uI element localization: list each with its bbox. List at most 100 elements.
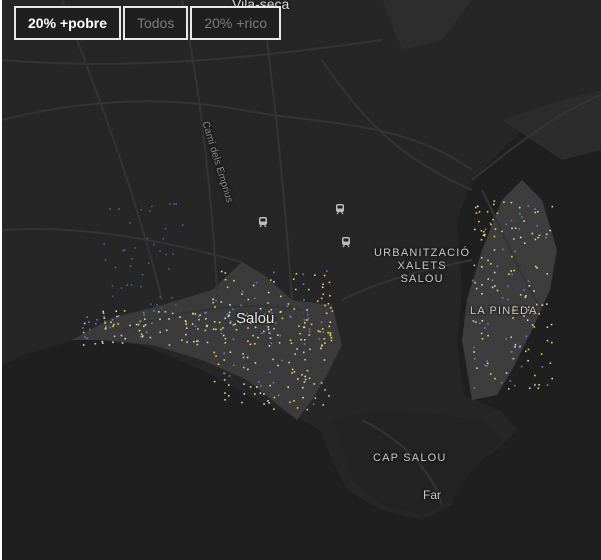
household-dot: [246, 356, 249, 359]
household-dot: [308, 288, 310, 291]
household-dot: [546, 339, 549, 342]
household-dot: [153, 310, 155, 312]
household-dot: [306, 319, 308, 321]
household-dot: [523, 220, 525, 222]
household-dot: [222, 334, 225, 337]
household-dot: [198, 318, 200, 321]
household-dot: [175, 203, 177, 205]
household-dot: [475, 287, 478, 290]
train-station-icon[interactable]: [340, 236, 352, 248]
household-dot: [104, 325, 107, 328]
household-dot: [297, 378, 299, 380]
household-dot: [149, 336, 152, 339]
household-dot: [213, 380, 216, 383]
household-dot: [151, 205, 153, 208]
household-dot: [303, 381, 306, 383]
household-dot: [331, 310, 334, 313]
household-dot: [256, 386, 258, 388]
household-dot: [487, 323, 489, 325]
household-dot: [293, 308, 296, 310]
household-dot: [191, 323, 194, 325]
household-dot: [293, 371, 296, 373]
household-dot: [473, 351, 475, 353]
household-dot: [240, 304, 242, 307]
household-dot: [213, 351, 215, 354]
household-dot: [512, 357, 515, 360]
household-dot: [254, 297, 256, 299]
household-dot: [232, 308, 234, 311]
household-dot: [247, 298, 250, 301]
household-dot: [551, 377, 553, 380]
train-station-icon[interactable]: [334, 203, 346, 215]
household-dot: [328, 281, 331, 284]
household-dot: [131, 257, 133, 260]
household-dot: [268, 331, 270, 334]
map-base-layer: [2, 0, 601, 520]
household-dot: [521, 216, 523, 218]
household-dot: [513, 384, 516, 387]
place-label-salou: Salou: [236, 310, 275, 327]
household-dot: [510, 270, 512, 272]
household-dot: [474, 281, 476, 284]
household-dot: [228, 384, 230, 386]
household-dot: [112, 325, 114, 328]
household-dot: [273, 396, 276, 399]
household-dot: [525, 350, 527, 353]
household-dot: [224, 399, 226, 401]
household-dot: [168, 318, 170, 320]
household-dot: [322, 293, 325, 296]
household-dot: [89, 328, 91, 331]
household-dot: [185, 327, 188, 329]
household-dot: [514, 250, 516, 253]
household-dot: [142, 335, 144, 337]
household-dot: [312, 403, 315, 406]
household-dot: [273, 327, 275, 330]
household-dot: [242, 290, 244, 293]
filter-button-all[interactable]: Todos: [122, 6, 189, 40]
household-dot: [484, 327, 486, 329]
filter-button-poorest[interactable]: 20% +pobre: [14, 6, 121, 40]
household-dot: [307, 313, 309, 316]
household-dot: [206, 325, 208, 328]
household-dot: [296, 407, 299, 409]
household-dot: [110, 321, 112, 324]
household-dot: [324, 304, 326, 307]
household-dot: [159, 296, 161, 298]
household-dot: [268, 345, 271, 347]
train-station-icon[interactable]: [257, 216, 269, 228]
map-canvas[interactable]: Vila-seca Camí dels Emprius Salou URBANI…: [2, 0, 601, 560]
household-dot: [247, 327, 249, 329]
household-dot: [313, 383, 315, 385]
household-dot: [269, 371, 271, 374]
household-dot: [287, 386, 289, 388]
household-dot: [549, 229, 552, 232]
household-dot: [223, 379, 226, 381]
household-dot: [320, 382, 323, 384]
household-dot: [505, 223, 507, 226]
household-dot: [120, 334, 123, 337]
household-dot: [322, 283, 324, 286]
household-dot: [323, 274, 326, 277]
household-dot: [295, 273, 298, 275]
household-dot: [83, 322, 86, 325]
household-dot: [303, 299, 305, 301]
household-dot: [220, 301, 223, 303]
household-dot: [519, 294, 522, 296]
household-dot: [135, 323, 138, 326]
household-dot: [105, 327, 107, 329]
household-dot: [490, 223, 492, 226]
filter-button-richest[interactable]: 20% +rico: [190, 6, 281, 40]
household-dot: [103, 315, 105, 318]
household-dot: [493, 271, 496, 274]
household-dot: [474, 228, 476, 231]
household-dot: [217, 363, 220, 366]
household-dot: [319, 330, 321, 333]
household-dot: [169, 203, 171, 205]
household-dot: [229, 304, 231, 306]
household-dot: [185, 323, 188, 325]
household-dot: [480, 257, 483, 259]
household-dot: [320, 297, 323, 300]
household-dot: [261, 332, 263, 334]
household-dot: [130, 284, 133, 286]
household-dot: [524, 242, 526, 244]
